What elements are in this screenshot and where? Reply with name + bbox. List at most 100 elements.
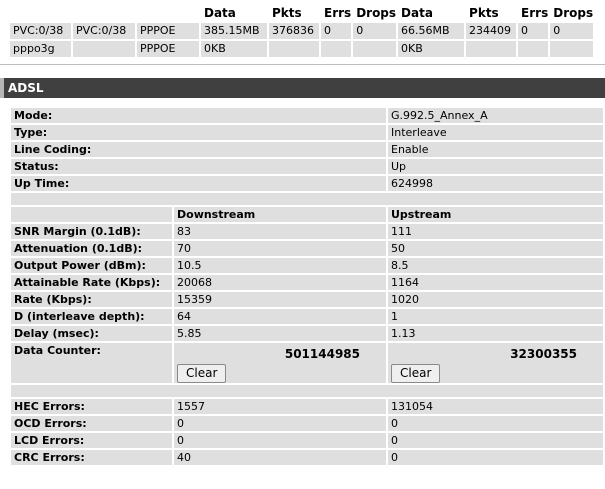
empty-cell: [11, 207, 172, 222]
lcd-errors-row: LCD Errors: 0 0: [11, 433, 603, 448]
hec-errors-row: HEC Errors: 1557 131054: [11, 399, 603, 414]
rx-drops-header: Drops: [353, 5, 397, 21]
table-cell: [321, 41, 352, 57]
snr-margin-label: SNR Margin (0.1dB):: [11, 224, 172, 239]
mode-value: G.992.5_Annex_A: [388, 108, 603, 123]
tx-pkts-header: Pkts: [466, 5, 517, 21]
data-counter-label: Data Counter:: [11, 343, 172, 383]
table-cell: 0KB: [201, 41, 267, 57]
attainable-rate-up: 1164: [388, 275, 603, 290]
header-cell: [10, 5, 71, 21]
direction-header-row: Downstream Upstream: [11, 207, 603, 222]
up-time-label: Up Time:: [11, 176, 386, 191]
line-coding-value: Enable: [388, 142, 603, 157]
interleave-depth-up: 1: [388, 309, 603, 324]
table-cell: pppo3g: [10, 41, 71, 57]
attenuation-down: 70: [174, 241, 386, 256]
table-cell: 66.56MB: [398, 23, 465, 39]
mode-row: Mode: G.992.5_Annex_A: [11, 108, 603, 123]
ocd-errors-down: 0: [174, 416, 386, 431]
header-cell: [137, 5, 199, 21]
crc-errors-down: 40: [174, 450, 386, 465]
output-power-row: Output Power (dBm): 10.5 8.5: [11, 258, 603, 273]
adsl-section-header: ADSL: [0, 78, 605, 98]
clear-downstream-button[interactable]: Clear: [177, 364, 227, 383]
table-cell: 376836: [269, 23, 319, 39]
table-row: PVC:0/38 PVC:0/38 PPPOE 385.15MB 376836 …: [10, 23, 594, 39]
ocd-errors-row: OCD Errors: 0 0: [11, 416, 603, 431]
table-cell: [73, 41, 135, 57]
output-power-down: 10.5: [174, 258, 386, 273]
hec-errors-label: HEC Errors:: [11, 399, 172, 414]
status-row: Status: Up: [11, 159, 603, 174]
rx-data-header: Data: [201, 5, 267, 21]
snr-margin-down: 83: [174, 224, 386, 239]
attainable-rate-label: Attainable Rate (Kbps):: [11, 275, 172, 290]
table-cell: [466, 41, 517, 57]
table-cell: [550, 41, 594, 57]
type-label: Type:: [11, 125, 386, 140]
type-row: Type: Interleave: [11, 125, 603, 140]
data-counter-up-value: 32300355: [510, 347, 577, 361]
table-cell: 0KB: [398, 41, 465, 57]
attenuation-up: 50: [388, 241, 603, 256]
interleave-depth-row: D (interleave depth): 64 1: [11, 309, 603, 324]
rate-down: 15359: [174, 292, 386, 307]
table-cell: PPPOE: [137, 41, 199, 57]
crc-errors-up: 0: [388, 450, 603, 465]
interleave-depth-down: 64: [174, 309, 386, 324]
lcd-errors-up: 0: [388, 433, 603, 448]
clear-upstream-button[interactable]: Clear: [391, 364, 441, 383]
table-cell: [353, 41, 397, 57]
hec-errors-up: 131054: [388, 399, 603, 414]
hec-errors-down: 1557: [174, 399, 386, 414]
adsl-section-title: ADSL: [8, 81, 44, 95]
table-cell: PVC:0/38: [73, 23, 135, 39]
status-value: Up: [388, 159, 603, 174]
downstream-header: Downstream: [174, 207, 386, 222]
table-cell: 234409: [466, 23, 517, 39]
header-accent: [0, 78, 4, 98]
table-cell: 0: [353, 23, 397, 39]
header-cell: [73, 5, 135, 21]
delay-row: Delay (msec): 5.85 1.13: [11, 326, 603, 341]
rx-pkts-header: Pkts: [269, 5, 319, 21]
delay-down: 5.85: [174, 326, 386, 341]
table-cell: [269, 41, 319, 57]
snr-margin-row: SNR Margin (0.1dB): 83 111: [11, 224, 603, 239]
spacer: [11, 193, 603, 205]
table-cell: [518, 41, 549, 57]
adsl-stats-table: Mode: G.992.5_Annex_A Type: Interleave L…: [9, 106, 605, 467]
rate-row: Rate (Kbps): 15359 1020: [11, 292, 603, 307]
tx-data-header: Data: [398, 5, 465, 21]
attenuation-label: Attenuation (0.1dB):: [11, 241, 172, 256]
mode-label: Mode:: [11, 108, 386, 123]
data-counter-down-value: 501144985: [284, 347, 360, 361]
rate-label: Rate (Kbps):: [11, 292, 172, 307]
crc-errors-row: CRC Errors: 40 0: [11, 450, 603, 465]
rx-errs-header: Errs: [321, 5, 352, 21]
upstream-header: Upstream: [388, 207, 603, 222]
ocd-errors-up: 0: [388, 416, 603, 431]
type-value: Interleave: [388, 125, 603, 140]
attainable-rate-down: 20068: [174, 275, 386, 290]
attenuation-row: Attenuation (0.1dB): 70 50: [11, 241, 603, 256]
data-counter-up-cell: 32300355 Clear: [388, 343, 603, 383]
lcd-errors-label: LCD Errors:: [11, 433, 172, 448]
table-cell: 0: [518, 23, 549, 39]
crc-errors-label: CRC Errors:: [11, 450, 172, 465]
interface-stats-header: Data Pkts Errs Drops Data Pkts Errs Drop…: [10, 5, 594, 21]
up-time-value: 624998: [388, 176, 603, 191]
interleave-depth-label: D (interleave depth):: [11, 309, 172, 324]
interface-stats-panel: Data Pkts Errs Drops Data Pkts Errs Drop…: [0, 0, 605, 65]
table-row: pppo3g PPPOE 0KB 0KB: [10, 41, 594, 57]
data-counter-down-cell: 501144985 Clear: [174, 343, 386, 383]
table-cell: PPPOE: [137, 23, 199, 39]
status-label: Status:: [11, 159, 386, 174]
tx-drops-header: Drops: [550, 5, 594, 21]
table-cell: 0: [321, 23, 352, 39]
line-coding-label: Line Coding:: [11, 142, 386, 157]
table-cell: PVC:0/38: [10, 23, 71, 39]
lcd-errors-down: 0: [174, 433, 386, 448]
tx-errs-header: Errs: [518, 5, 549, 21]
